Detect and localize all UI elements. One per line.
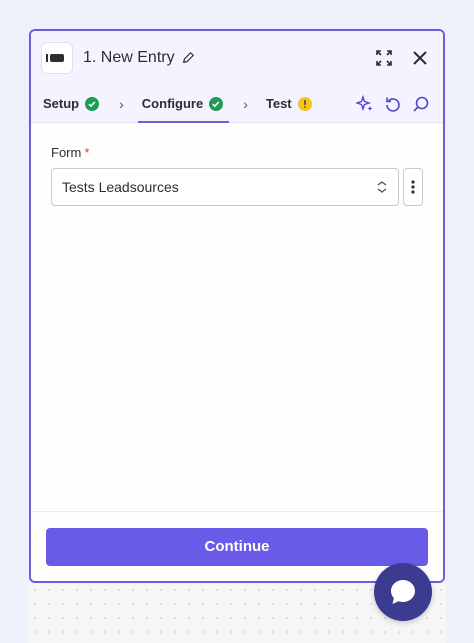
chevron-right-icon: › bbox=[243, 95, 248, 112]
form-select[interactable]: Tests Leadsources bbox=[51, 168, 399, 206]
refresh-icon[interactable] bbox=[383, 94, 403, 114]
tab-test[interactable]: Test bbox=[266, 85, 312, 123]
select-caret-icon bbox=[377, 181, 387, 193]
step-tabs: Setup › Configure › Test bbox=[31, 85, 443, 123]
tab-label: Setup bbox=[43, 96, 80, 111]
check-circle-icon bbox=[209, 96, 224, 111]
app-logo-icon bbox=[41, 42, 73, 74]
form-field-label: Form * bbox=[51, 145, 90, 160]
sparkle-icon[interactable] bbox=[355, 94, 375, 114]
tab-configure[interactable]: Configure bbox=[137, 85, 230, 123]
step-editor-panel: 1. New Entry Setup › Configure › Test Fo… bbox=[29, 29, 445, 583]
check-circle-icon bbox=[85, 96, 100, 111]
continue-button[interactable]: Continue bbox=[46, 527, 428, 566]
configure-content: Form * Tests Leadsources bbox=[31, 123, 443, 506]
chevron-right-icon: › bbox=[119, 95, 124, 112]
required-marker: * bbox=[84, 145, 90, 160]
warning-circle-icon bbox=[297, 96, 312, 111]
step-title[interactable]: 1. New Entry bbox=[83, 49, 175, 67]
panel-footer: Continue bbox=[31, 511, 443, 581]
more-options-icon[interactable] bbox=[403, 168, 423, 206]
close-icon[interactable] bbox=[409, 47, 431, 69]
form-field-row: Tests Leadsources bbox=[51, 168, 423, 206]
tab-label: Configure bbox=[141, 96, 204, 111]
tab-tools bbox=[347, 94, 431, 114]
search-icon[interactable] bbox=[411, 94, 431, 114]
chat-support-button[interactable] bbox=[374, 563, 432, 621]
pencil-icon[interactable] bbox=[181, 51, 195, 65]
form-select-value: Tests Leadsources bbox=[62, 179, 179, 195]
panel-header: 1. New Entry bbox=[31, 31, 443, 85]
expand-icon[interactable] bbox=[373, 47, 395, 69]
tab-label: Test bbox=[265, 96, 292, 111]
chat-icon bbox=[391, 580, 415, 604]
tab-setup[interactable]: Setup bbox=[43, 85, 100, 123]
